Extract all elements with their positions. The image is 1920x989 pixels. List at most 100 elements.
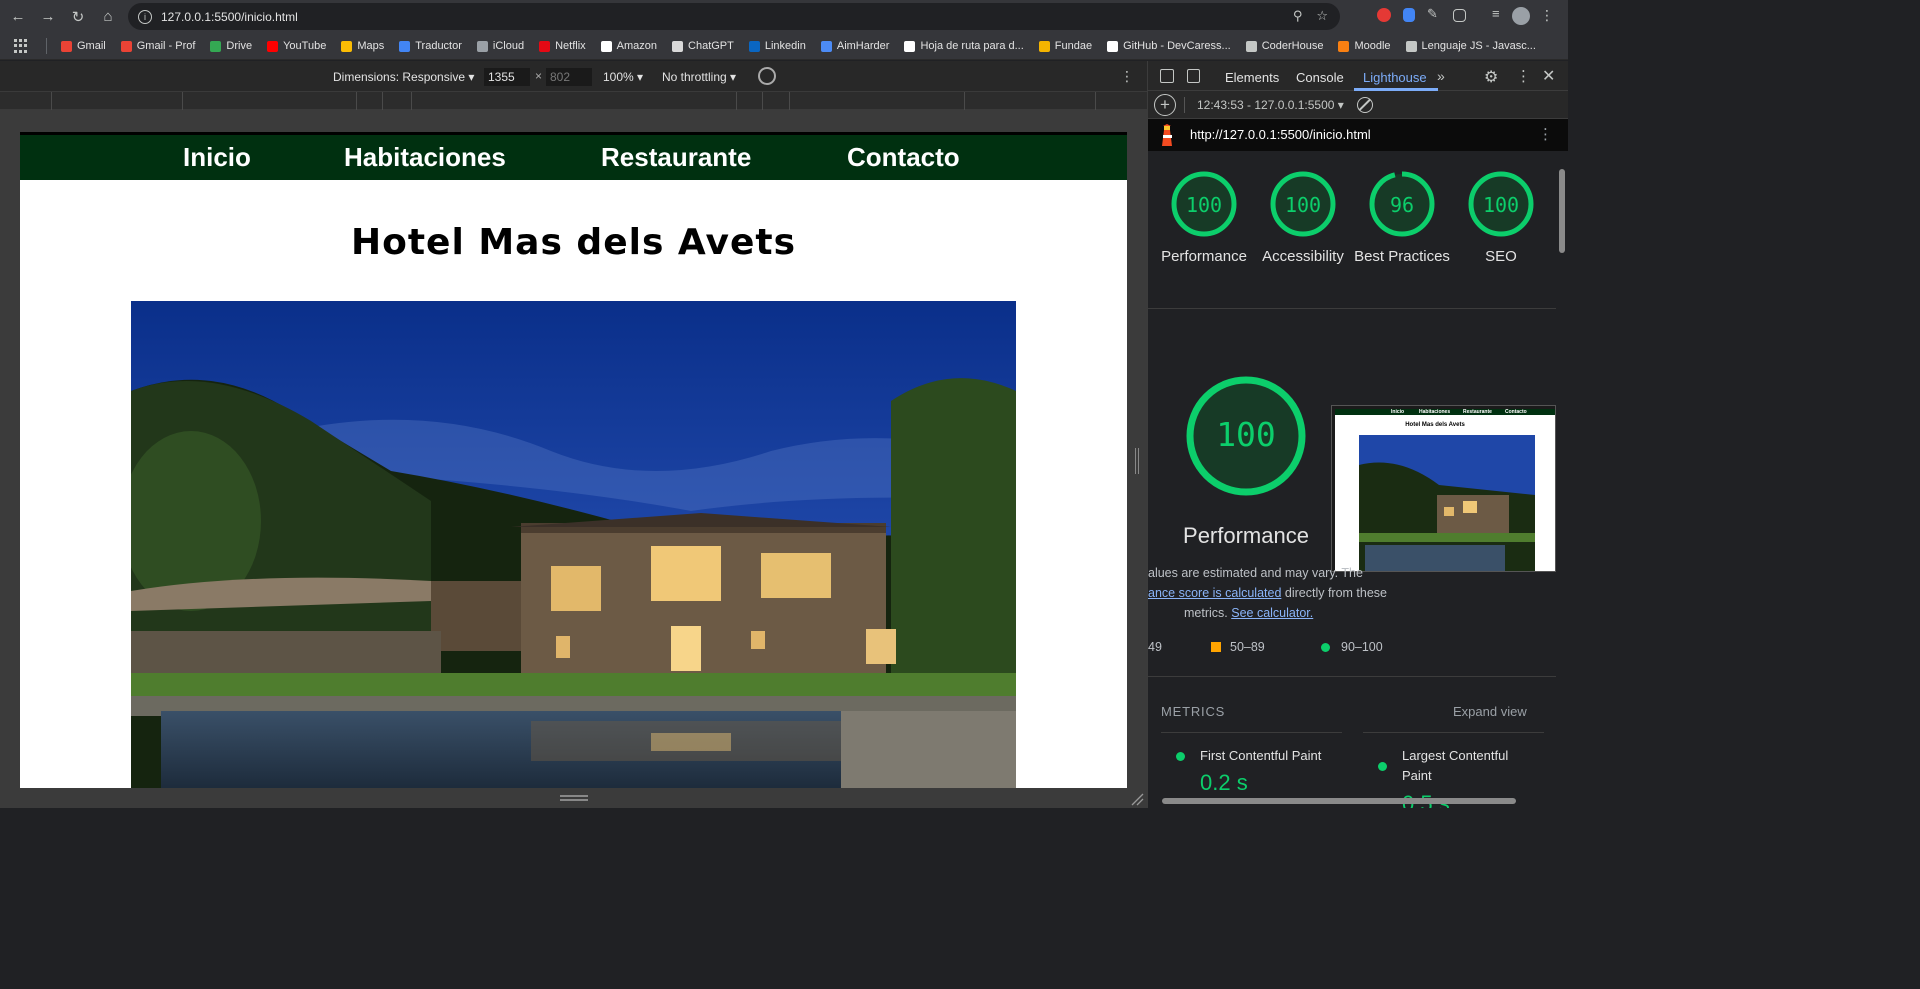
zoom-dropdown[interactable]: 100% ▾ <box>603 70 643 84</box>
report-vertical-scrollbar[interactable] <box>1558 164 1566 804</box>
viewport-bottom-resize-handle[interactable] <box>560 795 588 801</box>
legend-fail: 49 <box>1148 640 1162 654</box>
lighthouse-logo-icon <box>1162 124 1172 146</box>
disclaimer-line-3-text: metrics. <box>1184 606 1232 620</box>
profile-avatar[interactable] <box>1512 7 1530 25</box>
extension-doc-icon[interactable] <box>1403 8 1415 22</box>
legend-pass-range: 90–100 <box>1341 640 1383 654</box>
bookmark-item[interactable]: Maps <box>341 40 384 52</box>
bookmark-item[interactable]: Drive <box>210 40 252 52</box>
see-calculator-link[interactable]: See calculator. <box>1231 606 1313 620</box>
bookmark-favicon-icon <box>748 40 760 52</box>
address-url[interactable]: 127.0.0.1:5500/inicio.html <box>161 10 298 24</box>
browser-toolbar: ← → ↻ ⌂ i 127.0.0.1:5500/inicio.html ⚲ ☆… <box>0 0 1568 33</box>
best-practices-score: 96 <box>1389 193 1415 217</box>
performance-score: 100 <box>1185 193 1223 217</box>
bookmark-item[interactable]: Gmail - Prof <box>120 40 195 52</box>
extension-red-icon[interactable] <box>1377 8 1391 22</box>
bookmark-item[interactable]: Gmail <box>61 40 106 52</box>
site-info-icon[interactable]: i <box>138 9 152 24</box>
width-input[interactable]: 1355 <box>484 68 530 86</box>
forward-arrow-icon[interactable]: → <box>33 2 63 32</box>
bookmark-favicon-icon <box>1038 40 1050 52</box>
nav-link-contacto[interactable]: Contacto <box>847 142 960 173</box>
bookmark-star-icon[interactable]: ☆ <box>1316 8 1328 24</box>
bookmark-item[interactable]: GitHub - DevCaress... <box>1107 40 1231 52</box>
bookmark-item[interactable]: Lenguaje JS - Javasc... <box>1405 40 1536 52</box>
nav-link-restaurante[interactable]: Restaurante <box>601 142 751 173</box>
legend-fail-range: 49 <box>1148 640 1162 654</box>
lcp-name: Largest Contentful Paint <box>1402 748 1509 783</box>
bookmark-favicon-icon <box>341 40 353 52</box>
bookmark-item[interactable]: Amazon <box>600 40 657 52</box>
report-menu-icon[interactable]: ⋮ <box>1538 125 1553 143</box>
height-input[interactable]: 802 <box>546 68 592 86</box>
viewport-side-resize-handle[interactable] <box>1135 448 1139 474</box>
devtools-menu-icon[interactable]: ⋮ <box>1516 67 1531 85</box>
score-calculated-link[interactable]: ance score is calculated <box>1148 586 1281 600</box>
device-toolbar-more-icon[interactable]: ⋮ <box>1120 68 1134 85</box>
new-report-plus-icon[interactable]: + <box>1154 94 1176 116</box>
bookmark-item[interactable]: ChatGPT <box>672 40 734 52</box>
throttling-dropdown[interactable]: No throttling ▾ <box>662 70 736 84</box>
bookmark-item[interactable]: AimHarder <box>820 40 890 52</box>
bookmark-item[interactable]: Moodle <box>1338 40 1391 52</box>
back-arrow-icon[interactable]: ← <box>3 2 33 32</box>
eyedropper-icon[interactable]: ✎ <box>1427 6 1441 24</box>
bookmark-favicon-icon <box>539 40 551 52</box>
expand-view-toggle[interactable]: Expand view <box>1453 704 1527 719</box>
nav-link-habitaciones[interactable]: Habitaciones <box>344 142 506 173</box>
vertical-scroll-thumb[interactable] <box>1559 169 1565 253</box>
extensions-puzzle-icon[interactable] <box>1453 8 1466 22</box>
tab-console[interactable]: Console <box>1296 70 1344 85</box>
bookmark-item[interactable]: Hoja de ruta para d... <box>904 40 1024 52</box>
rotate-icon[interactable] <box>758 67 776 85</box>
viewport-corner-resize-icon[interactable] <box>1130 792 1144 806</box>
dimensions-dropdown[interactable]: Dimensions: Responsive ▾ <box>333 70 474 84</box>
report-horizontal-scrollbar[interactable] <box>1156 797 1558 806</box>
nav-link-inicio[interactable]: Inicio <box>183 142 251 173</box>
horizontal-scroll-thumb[interactable] <box>1162 798 1516 804</box>
report-url[interactable]: http://127.0.0.1:5500/inicio.html <box>1190 127 1371 142</box>
bookmark-item[interactable]: YouTube <box>267 40 326 52</box>
lighthouse-report-body: 100 Performance 100 Accessibility 96 Bes… <box>1148 151 1556 808</box>
bookmark-label: YouTube <box>283 40 327 52</box>
bookmark-label: Lenguaje JS - Javasc... <box>1421 40 1536 52</box>
report-selector[interactable]: 12:43:53 - 127.0.0.1:5500 ▾ <box>1197 98 1344 112</box>
toolbar-separator <box>1184 97 1185 113</box>
bookmark-item[interactable]: CoderHouse <box>1245 40 1324 52</box>
inspect-element-icon[interactable] <box>1160 69 1174 83</box>
tab-elements[interactable]: Elements <box>1225 70 1279 85</box>
zoom-icon[interactable]: ⚲ <box>1293 8 1303 24</box>
more-tabs-icon[interactable]: » <box>1437 68 1445 84</box>
device-toolbar-toggle-icon[interactable] <box>1187 69 1200 83</box>
reload-icon[interactable]: ↻ <box>63 2 93 32</box>
bookmark-item[interactable]: iCloud <box>476 40 524 52</box>
bookmark-label: AimHarder <box>836 40 890 52</box>
bookmark-item[interactable]: Traductor <box>399 40 462 52</box>
address-bar[interactable]: i 127.0.0.1:5500/inicio.html ⚲ ☆ <box>128 3 1340 30</box>
disclaimer-line-1: alues are estimated and may vary. The <box>1148 566 1363 580</box>
metric-divider <box>1161 732 1342 733</box>
bookmark-favicon-icon <box>61 40 72 52</box>
page-screenshot-thumbnail[interactable]: Inicio Habitaciones Restaurante Contacto… <box>1331 405 1556 572</box>
media-query-ruler[interactable] <box>0 91 1147 110</box>
bookmark-label: Moodle <box>1354 40 1391 52</box>
devtools-tabbar: Elements Console Lighthouse » ⚙ ⋮ ✕ <box>1148 61 1568 91</box>
tab-lighthouse[interactable]: Lighthouse <box>1363 70 1427 85</box>
bookmark-label: CoderHouse <box>1261 40 1324 52</box>
browser-menu-icon[interactable]: ⋮ <box>1540 7 1554 24</box>
bookmark-item[interactable]: Linkedin <box>748 40 806 52</box>
thumbnail-title: Hotel Mas dels Avets <box>1405 422 1465 428</box>
media-list-icon[interactable]: ≡ <box>1492 6 1506 24</box>
bookmark-favicon-icon <box>672 40 684 52</box>
bookmark-item[interactable]: Netflix <box>539 40 586 52</box>
lighthouse-report-header: http://127.0.0.1:5500/inicio.html ⋮ <box>1148 119 1568 151</box>
bookmark-item[interactable]: Fundae <box>1038 40 1092 52</box>
bookmark-label: Drive <box>226 40 253 52</box>
clear-reports-icon[interactable] <box>1357 97 1373 113</box>
apps-grid-icon[interactable] <box>14 39 28 53</box>
close-devtools-icon[interactable]: ✕ <box>1542 66 1555 86</box>
settings-gear-icon[interactable]: ⚙ <box>1484 67 1498 87</box>
home-icon[interactable]: ⌂ <box>93 2 123 32</box>
